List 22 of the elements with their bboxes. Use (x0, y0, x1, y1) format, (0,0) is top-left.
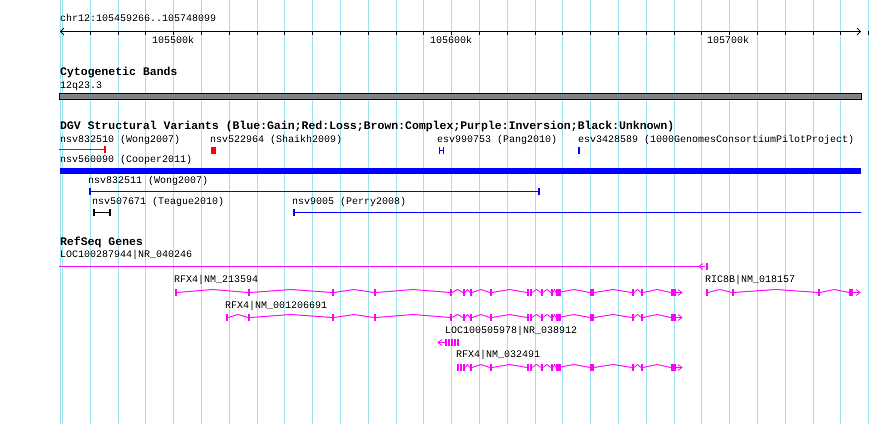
variant-label: nsv560090 (Cooper2011) (60, 155, 192, 167)
gene-label: LOC100505978|NR_038912 (445, 326, 578, 338)
location-label: chr12:105459266..105748099 (60, 14, 216, 26)
track-title: RefSeq Genes (60, 237, 143, 249)
gene-label: RFX4|NM_001206691 (225, 301, 328, 313)
gene-label: RFX4|NM_032491 (456, 350, 540, 362)
variant-label: nsv9005 (Perry2008) (292, 197, 406, 209)
tick-label: 105600k (430, 36, 472, 48)
gene-label: RFX4|NM_213594 (174, 275, 258, 287)
track-title: Cytogenetic Bands (60, 67, 178, 79)
gene-label: LOC100287944|NR_040246 (60, 250, 192, 262)
gene-label: RIC8B|NM_018157 (705, 275, 796, 287)
track-title: DGV Structural Variants (Blue:Gain;Red:Loss;Brown:Complex;Purple:Inversion;Black:Unknown) (60, 121, 674, 133)
band-label: 12q23.3 (60, 81, 102, 93)
variant-label: nsv832510 (Wong2007) (60, 135, 180, 147)
variant-label: nsv522964 (Shaikh2009) (210, 135, 342, 147)
variant-label: esv990753 (Pang2010) (437, 135, 558, 147)
variant-label: esv3428589 (1000GenomesConsortiumPilotProject) (578, 135, 854, 147)
tick-label: 105700k (707, 36, 750, 48)
variant-label: nsv832511 (Wong2007) (88, 176, 208, 188)
tick-label: 105500k (152, 36, 194, 48)
variant-label: nsv507671 (Teague2010) (92, 197, 224, 209)
